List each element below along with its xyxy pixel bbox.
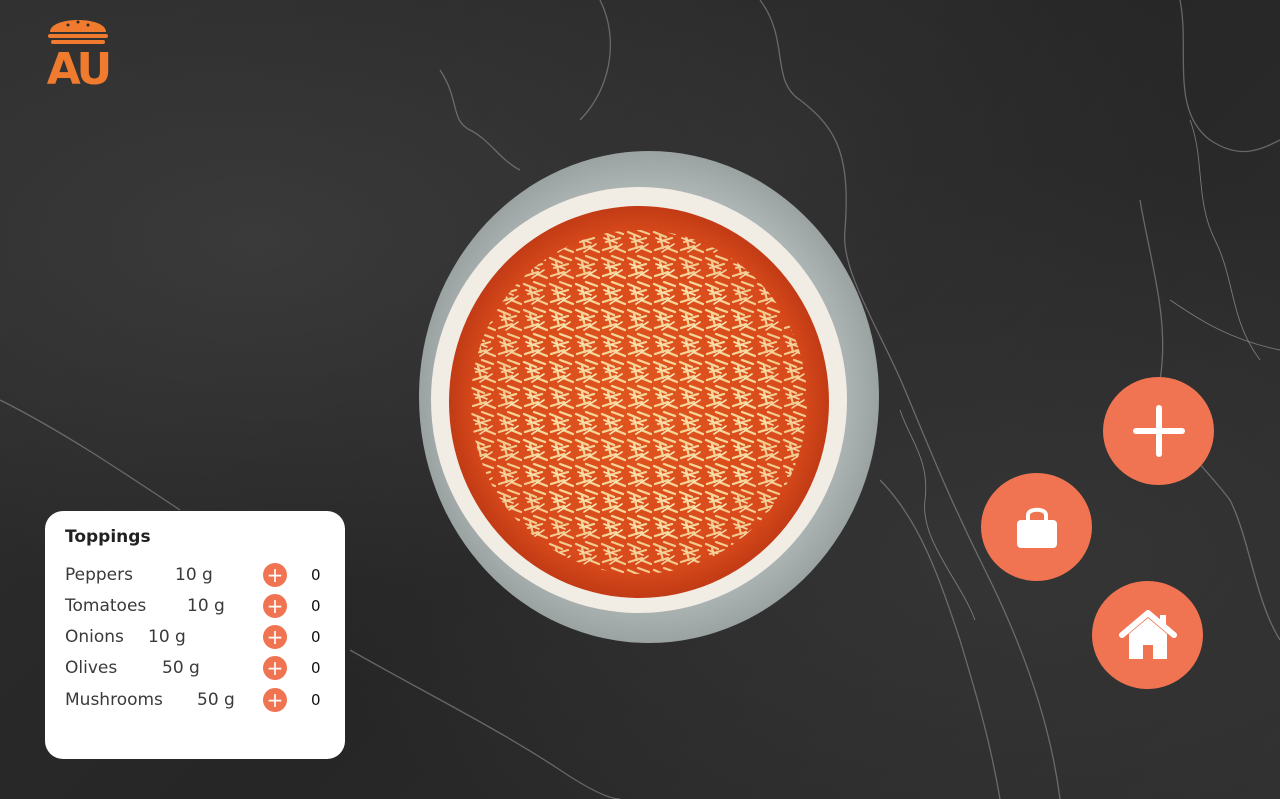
add-olives-button[interactable]: + [263,656,287,680]
topping-weight: 50 g [162,658,200,678]
home-button[interactable] [1092,581,1203,689]
topping-weight: 10 g [148,627,186,647]
add-mushrooms-button[interactable]: + [263,688,287,712]
topping-row-onions: Onions 10 g + 0 [45,623,345,653]
toppings-title: Toppings [65,527,151,547]
topping-weight: 50 g [197,690,235,710]
plus-icon: + [266,625,284,649]
add-onions-button[interactable]: + [263,625,287,649]
plus-icon: + [266,688,284,712]
topping-row-mushrooms: Mushrooms 50 g + 0 [45,686,345,716]
cart-button[interactable] [981,473,1092,581]
add-button[interactable] [1103,377,1214,485]
add-tomatoes-button[interactable]: + [263,594,287,618]
topping-count: 0 [311,659,321,677]
shopping-bag-icon [1016,507,1057,548]
topping-name: Olives [65,658,118,678]
topping-name: Peppers [65,565,133,585]
plus-icon: + [266,594,284,618]
add-peppers-button[interactable]: + [263,563,287,587]
toppings-panel: Toppings Peppers 10 g + 0 Tomatoes 10 g … [45,511,345,759]
plus-icon [1132,405,1185,457]
topping-row-peppers: Peppers 10 g + 0 [45,561,345,591]
home-icon [1118,610,1177,659]
topping-row-tomatoes: Tomatoes 10 g + 0 [45,592,345,622]
topping-name: Mushrooms [65,690,163,710]
topping-weight: 10 g [187,596,225,616]
plus-icon: + [266,563,284,587]
topping-name: Onions [65,627,124,647]
topping-count: 0 [311,597,321,615]
logo-text: AU [46,44,112,95]
topping-count: 0 [311,628,321,646]
topping-row-olives: Olives 50 g + 0 [45,654,345,684]
topping-count: 0 [311,566,321,584]
topping-count: 0 [311,691,321,709]
pizza-preview [419,151,879,643]
brand-logo[interactable]: AU [44,10,112,100]
plus-icon: + [266,656,284,680]
topping-name: Tomatoes [65,596,147,616]
topping-weight: 10 g [175,565,213,585]
burger-icon [48,20,108,44]
